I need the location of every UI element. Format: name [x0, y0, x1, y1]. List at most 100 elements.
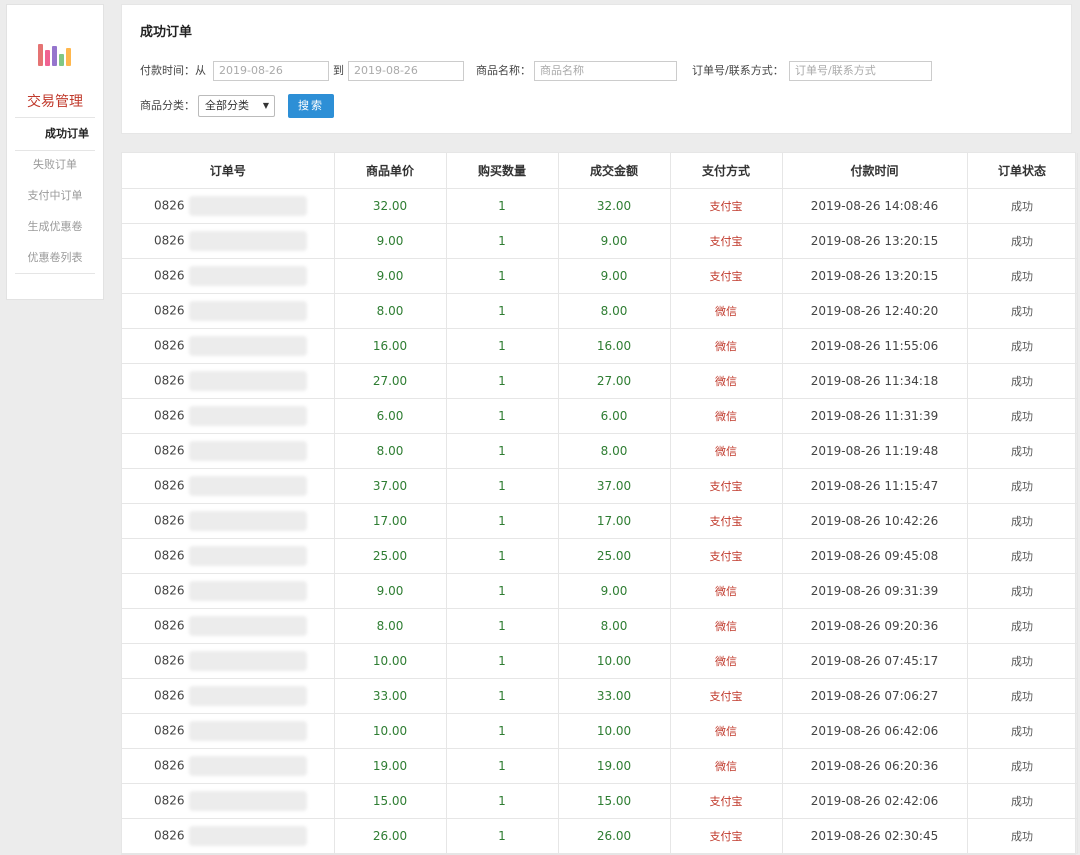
table-row: 0826 17.00 1 17.00 支付宝 2019-08-26 10:42:26 成功	[122, 503, 1078, 539]
quantity-cell: 1	[446, 713, 559, 749]
pay-time-label: 付款时间：从	[140, 64, 206, 77]
order-cell: 0826	[122, 503, 335, 539]
table-row: 0826 16.00 1 16.00 微信 2019-08-26 11:55:06 成功	[122, 328, 1078, 364]
pay-time-cell: 2019-08-26 07:06:27	[782, 678, 968, 714]
date-from-input[interactable]: 2019-08-26	[213, 61, 329, 81]
quantity-cell: 1	[446, 678, 559, 714]
sidebar-item-coupon-list[interactable]: 优惠卷列表	[7, 250, 103, 266]
redacted-order-number	[188, 791, 307, 811]
search-button[interactable]: 搜索	[288, 94, 334, 118]
redacted-order-number	[188, 651, 307, 671]
payment-method-cell: 微信	[670, 713, 783, 749]
redacted-order-number	[188, 686, 307, 706]
sidebar-item-create-coupon[interactable]: 生成优惠卷	[7, 219, 103, 235]
order-cell: 0826	[122, 678, 335, 714]
payment-method-cell: 微信	[670, 363, 783, 399]
payment-method-cell: 微信	[670, 748, 783, 784]
to-label: 到	[333, 64, 344, 77]
price-cell: 9.00	[334, 258, 447, 294]
pay-time-cell: 2019-08-26 11:15:47	[782, 468, 968, 504]
pay-time-cell: 2019-08-26 06:20:36	[782, 748, 968, 784]
orders-table: 订单号 商品单价 购买数量 成交金额 支付方式 付款时间 订单状态 0826 32…	[121, 152, 1078, 855]
order-cell: 0826	[122, 293, 335, 329]
logo-area	[7, 5, 103, 93]
order-number-prefix: 0826	[154, 548, 185, 563]
product-name-input[interactable]: 商品名称	[534, 61, 677, 81]
pay-time-cell: 2019-08-26 09:20:36	[782, 608, 968, 644]
status-cell: 成功	[967, 398, 1078, 434]
price-cell: 26.00	[334, 818, 447, 854]
payment-method-cell: 微信	[670, 608, 783, 644]
payment-method-cell: 支付宝	[670, 468, 783, 504]
redacted-order-number	[188, 476, 307, 496]
redacted-order-number	[188, 616, 307, 636]
order-number-prefix: 0826	[154, 443, 185, 458]
order-cell: 0826	[122, 608, 335, 644]
table-row: 0826 8.00 1 8.00 微信 2019-08-26 11:19:48 成功	[122, 433, 1078, 469]
amount-cell: 26.00	[558, 818, 671, 854]
table-row: 0826 32.00 1 32.00 支付宝 2019-08-26 14:08:46 成功	[122, 188, 1078, 224]
column-header: 支付方式	[670, 153, 783, 189]
page-title: 成功订单	[140, 25, 193, 40]
redacted-order-number	[188, 196, 307, 216]
sidebar-item-paying-orders[interactable]: 支付中订单	[7, 188, 103, 204]
table-header-row: 订单号 商品单价 购买数量 成交金额 支付方式 付款时间 订单状态	[122, 153, 1078, 189]
payment-method-cell: 微信	[670, 398, 783, 434]
pay-time-cell: 2019-08-26 13:20:15	[782, 258, 968, 294]
payment-method-cell: 支付宝	[670, 538, 783, 574]
amount-cell: 8.00	[558, 433, 671, 469]
column-header: 订单号	[122, 153, 335, 189]
amount-cell: 6.00	[558, 398, 671, 434]
quantity-cell: 1	[446, 398, 559, 434]
payment-method-cell: 支付宝	[670, 783, 783, 819]
price-cell: 10.00	[334, 643, 447, 679]
order-number-prefix: 0826	[154, 583, 185, 598]
sidebar-item-success-orders[interactable]: 成功订单	[7, 126, 103, 142]
date-to-input[interactable]: 2019-08-26	[348, 61, 464, 81]
status-cell: 成功	[967, 643, 1078, 679]
redacted-order-number	[188, 581, 307, 601]
order-number-prefix: 0826	[154, 723, 185, 738]
payment-method-cell: 微信	[670, 573, 783, 609]
amount-cell: 9.00	[558, 223, 671, 259]
status-cell: 成功	[967, 468, 1078, 504]
order-cell: 0826	[122, 258, 335, 294]
order-contact-label: 订单号/联系方式：	[692, 64, 784, 77]
table-row: 0826 6.00 1 6.00 微信 2019-08-26 11:31:39 成功	[122, 398, 1078, 434]
pay-time-cell: 2019-08-26 07:45:17	[782, 643, 968, 679]
table-row: 0826 9.00 1 9.00 支付宝 2019-08-26 13:20:15 成功	[122, 258, 1078, 294]
redacted-order-number	[188, 231, 307, 251]
order-contact-input[interactable]: 订单号/联系方式	[789, 61, 932, 81]
order-cell: 0826	[122, 433, 335, 469]
sidebar-item-failed-orders[interactable]: 失败订单	[7, 157, 103, 173]
price-cell: 19.00	[334, 748, 447, 784]
column-header: 订单状态	[967, 153, 1078, 189]
caret-down-icon: ▼	[262, 101, 269, 110]
pay-time-cell: 2019-08-26 09:45:08	[782, 538, 968, 574]
quantity-cell: 1	[446, 328, 559, 364]
category-label: 商品分类：	[140, 99, 195, 112]
order-number-prefix: 0826	[154, 303, 185, 318]
payment-method-cell: 微信	[670, 293, 783, 329]
status-cell: 成功	[967, 188, 1078, 224]
pay-time-cell: 2019-08-26 02:30:45	[782, 818, 968, 854]
price-cell: 8.00	[334, 608, 447, 644]
bar-chart-icon	[38, 38, 74, 66]
status-cell: 成功	[967, 713, 1078, 749]
quantity-cell: 1	[446, 643, 559, 679]
status-cell: 成功	[967, 293, 1078, 329]
quantity-cell: 1	[446, 538, 559, 574]
pay-time-cell: 2019-08-26 13:20:15	[782, 223, 968, 259]
pay-time-cell: 2019-08-26 11:19:48	[782, 433, 968, 469]
redacted-order-number	[188, 721, 307, 741]
amount-cell: 10.00	[558, 713, 671, 749]
quantity-cell: 1	[446, 503, 559, 539]
table-row: 0826 10.00 1 10.00 微信 2019-08-26 06:42:06 成功	[122, 713, 1078, 749]
order-cell: 0826	[122, 713, 335, 749]
redacted-order-number	[188, 546, 307, 566]
amount-cell: 9.00	[558, 258, 671, 294]
category-select[interactable]: 全部分类 ▼	[198, 95, 275, 117]
price-cell: 9.00	[334, 223, 447, 259]
order-cell: 0826	[122, 748, 335, 784]
order-cell: 0826	[122, 783, 335, 819]
